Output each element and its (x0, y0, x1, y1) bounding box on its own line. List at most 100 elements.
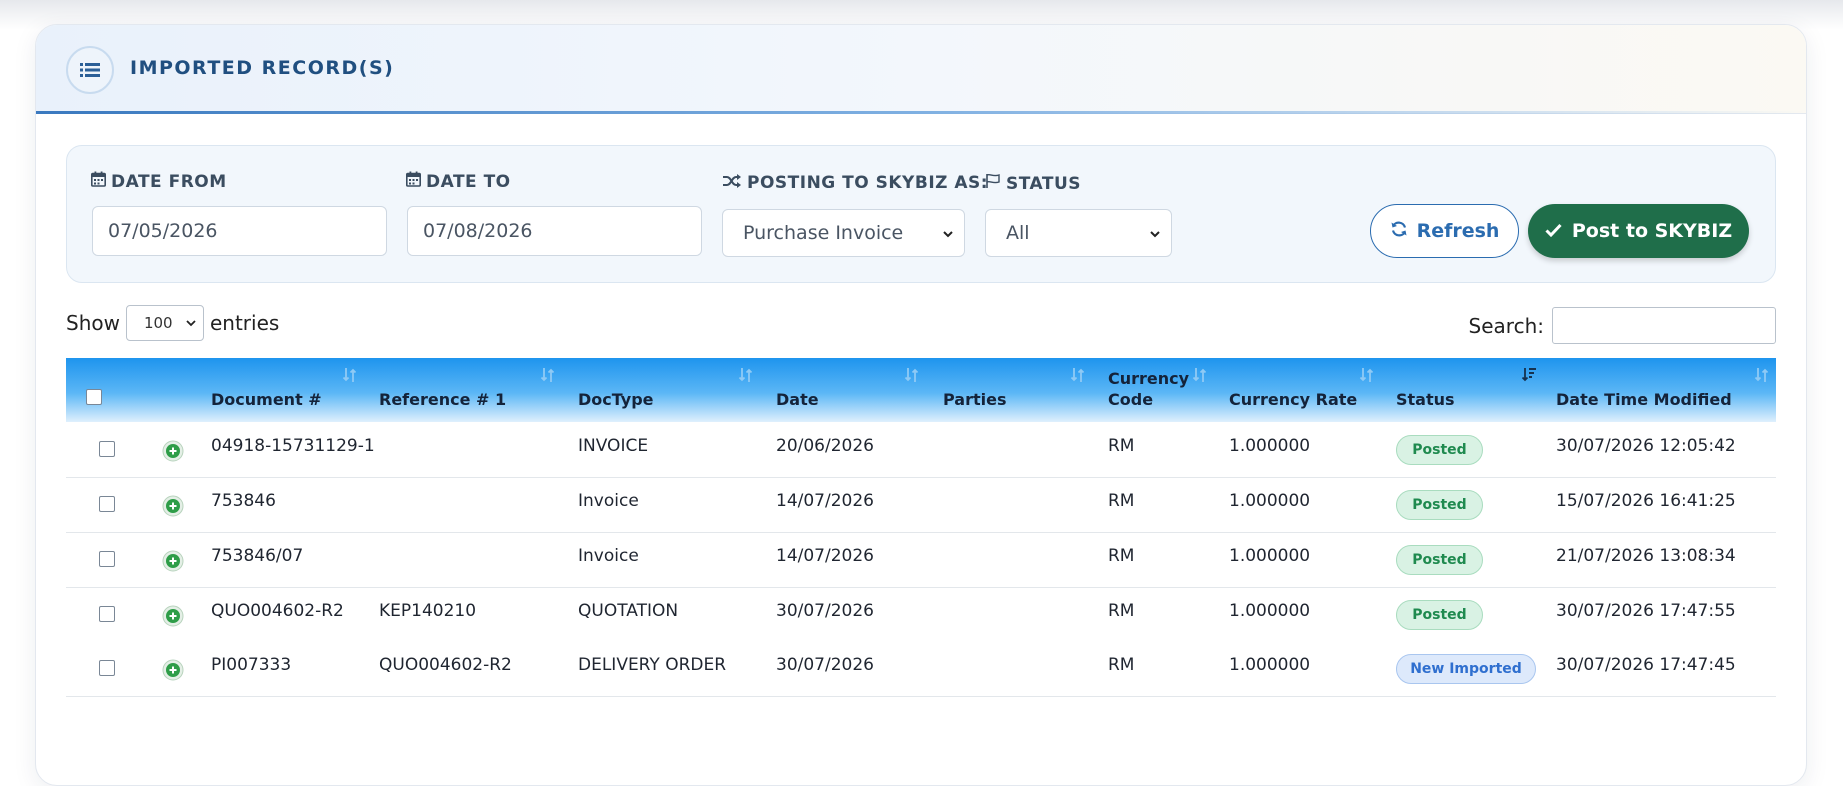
cell-currency-rate: 1.000000 (1229, 601, 1311, 621)
column-header-currency-rate[interactable]: Currency Rate (1229, 389, 1357, 410)
cell-doctype: Invoice (578, 546, 639, 566)
plus-circle-icon[interactable] (162, 605, 184, 627)
cell-currency-rate: 1.000000 (1229, 655, 1311, 675)
sort-icon[interactable] (738, 366, 754, 384)
status-label: STATUS (985, 173, 1081, 194)
column-header-reference[interactable]: Reference # 1 (379, 389, 506, 410)
row-checkbox[interactable] (99, 606, 115, 622)
entries-select[interactable]: 100 (125, 305, 204, 341)
cell-doctype: DELIVERY ORDER (578, 655, 727, 675)
status-badge: Posted (1396, 545, 1483, 575)
date-to-label-text: DATE TO (426, 171, 511, 192)
cell-date-time-modified: 21/07/2026 13:08:34 (1556, 546, 1736, 566)
page-title: IMPORTED RECORD(S) (130, 57, 395, 79)
plus-circle-icon[interactable] (162, 659, 184, 681)
column-header-date[interactable]: Date (776, 389, 819, 410)
status-badge: Posted (1396, 435, 1483, 465)
refresh-button-label: Refresh (1416, 220, 1500, 242)
posting-label: POSTING TO SKYBIZ AS: (722, 173, 988, 193)
flag-icon (985, 173, 1001, 194)
chevron-down-icon (942, 225, 954, 247)
show-label: Show (66, 311, 120, 335)
cell-document: 753846/07 (211, 546, 304, 566)
cell-currency-code: RM (1108, 436, 1135, 456)
plus-circle-icon[interactable] (162, 495, 184, 517)
refresh-button[interactable]: Refresh (1370, 204, 1519, 258)
cell-document: PI007333 (211, 655, 292, 675)
row-checkbox[interactable] (99, 551, 115, 567)
cell-date-time-modified: 30/07/2026 17:47:55 (1556, 601, 1736, 621)
select-all-checkbox[interactable] (86, 389, 102, 405)
cell-date: 30/07/2026 (776, 601, 874, 621)
sort-icon[interactable] (1192, 366, 1208, 384)
date-from-input[interactable]: 07/05/2026 (92, 206, 387, 256)
sort-icon[interactable] (904, 366, 920, 384)
row-checkbox[interactable] (99, 441, 115, 457)
check-icon (1545, 220, 1562, 242)
table-row[interactable]: 753846/07 Invoice 14/07/2026 RM 1.000000… (66, 533, 1776, 588)
table-row[interactable]: PI007333 QUO004602-R2 DELIVERY ORDER 30/… (66, 642, 1776, 697)
cell-doctype: Invoice (578, 491, 639, 511)
search-label: Search: (1468, 313, 1544, 338)
post-button-label: Post to SKYBIZ (1571, 220, 1733, 242)
cell-currency-code: RM (1108, 601, 1135, 621)
search-control: Search: (1469, 307, 1776, 344)
cell-doctype: INVOICE (578, 436, 649, 456)
status-label-text: STATUS (1006, 173, 1082, 194)
table-header: Document # Reference # 1 DocType Date Pa… (66, 358, 1776, 422)
entries-label: entries (209, 311, 280, 335)
date-from-label-text: DATE FROM (111, 171, 227, 192)
status-badge: Posted (1396, 600, 1483, 630)
date-to-label: DATE TO (406, 171, 511, 192)
column-header-status[interactable]: Status (1396, 389, 1455, 410)
row-checkbox[interactable] (99, 496, 115, 512)
sort-icon[interactable] (342, 366, 358, 384)
column-header-doctype[interactable]: DocType (578, 389, 654, 410)
cell-currency-code: RM (1108, 546, 1135, 566)
sort-desc-icon[interactable] (1521, 366, 1537, 384)
chevron-down-icon (185, 317, 197, 335)
posting-select[interactable]: Purchase Invoice (722, 209, 965, 257)
cell-currency-rate: 1.000000 (1229, 436, 1311, 456)
sort-icon[interactable] (1359, 366, 1375, 384)
table-row[interactable]: 04918-15731129-1 INVOICE 20/06/2026 RM 1… (66, 423, 1776, 478)
plus-circle-icon[interactable] (162, 440, 184, 462)
column-header-document[interactable]: Document # (211, 389, 322, 410)
sort-icon[interactable] (1754, 366, 1770, 384)
cell-date: 30/07/2026 (776, 655, 874, 675)
post-to-skybiz-button[interactable]: Post to SKYBIZ (1528, 204, 1749, 258)
sort-icon[interactable] (1070, 366, 1086, 384)
shuffle-icon (722, 173, 742, 193)
entries-control: Show 100 entries (66, 305, 279, 341)
sort-icon[interactable] (540, 366, 556, 384)
cell-date-time-modified: 30/07/2026 17:47:45 (1556, 655, 1736, 675)
calendar-icon (406, 171, 421, 192)
column-header-parties[interactable]: Parties (943, 389, 1007, 410)
status-badge: New Imported (1396, 654, 1536, 684)
cell-date: 20/06/2026 (776, 436, 874, 456)
status-badge: Posted (1396, 490, 1483, 520)
column-header-date-time-modified[interactable]: Date Time Modified (1556, 389, 1732, 410)
status-select-value: All (1006, 222, 1030, 244)
table-row[interactable]: 753846 Invoice 14/07/2026 RM 1.000000 Po… (66, 478, 1776, 533)
cell-doctype: QUOTATION (578, 601, 679, 621)
cell-document: QUO004602-R2 (211, 601, 344, 621)
cell-reference: KEP140210 (379, 601, 477, 621)
table-row[interactable]: QUO004602-R2 KEP140210 QUOTATION 30/07/2… (66, 588, 1776, 643)
cell-date-time-modified: 15/07/2026 16:41:25 (1556, 491, 1736, 511)
posting-select-value: Purchase Invoice (743, 222, 904, 244)
card-header: IMPORTED RECORD(S) (36, 25, 1806, 114)
date-to-input[interactable]: 07/08/2026 (407, 206, 702, 256)
search-input[interactable] (1552, 307, 1776, 344)
chevron-down-icon (1149, 225, 1161, 247)
cell-currency-code: RM (1108, 491, 1135, 511)
entries-select-value: 100 (143, 314, 173, 332)
cell-date: 14/07/2026 (776, 546, 874, 566)
row-checkbox[interactable] (99, 660, 115, 676)
plus-circle-icon[interactable] (162, 550, 184, 572)
header-underline (36, 111, 1806, 114)
column-header-currency-code[interactable]: Currency Code (1108, 368, 1189, 410)
calendar-icon (91, 171, 106, 192)
status-select[interactable]: All (985, 209, 1172, 257)
cell-document: 753846 (211, 491, 276, 511)
